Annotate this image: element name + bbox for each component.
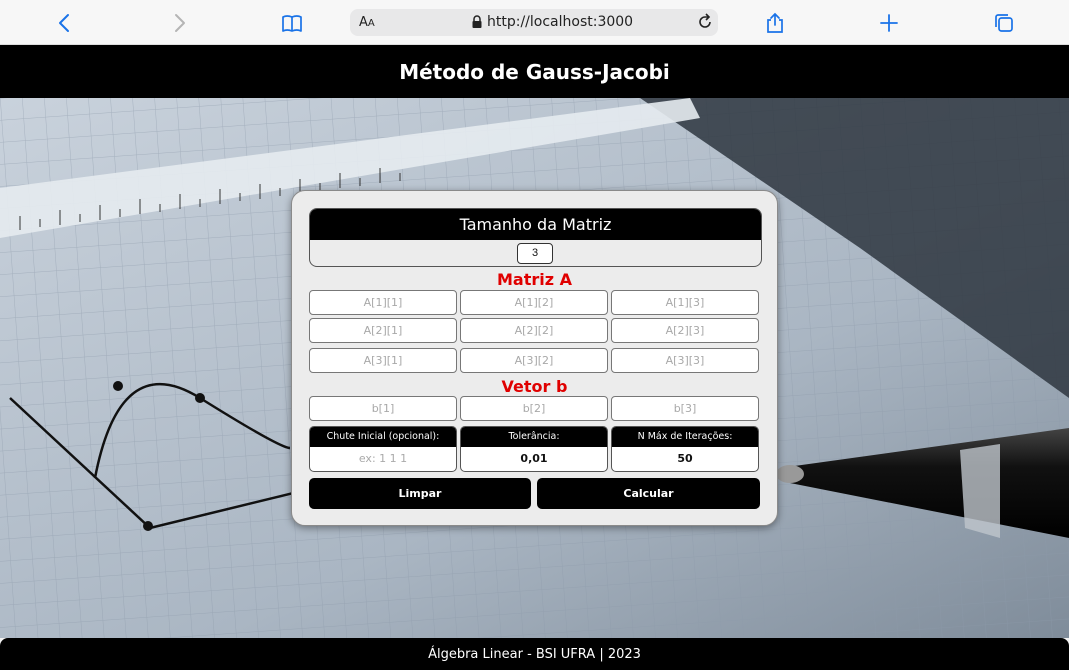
matrix-a-cell-1-1[interactable]: A[1][1] [309,290,457,315]
matrix-a-cell-2-3[interactable]: A[2][3] [611,318,759,343]
initial-guess-label: Chute Inicial (opcional): [310,427,456,447]
vector-b-cell-2[interactable]: b[2] [460,396,608,421]
back-icon[interactable] [52,10,78,36]
matrix-a-cell-3-3[interactable]: A[3][3] [611,348,759,373]
initial-guess-input[interactable]: ex: 1 1 1 [310,447,456,471]
matrix-a-cell-1-3[interactable]: A[1][3] [611,290,759,315]
matrix-size-box: Tamanho da Matriz 3 [309,208,762,267]
max-iterations-input[interactable]: 50 [612,447,758,471]
matrix-size-input[interactable]: 3 [517,243,553,264]
vector-b-title: Vetor b [501,377,568,396]
footer-text: Álgebra Linear - BSI UFRA | 2023 [428,646,641,662]
tabs-icon[interactable] [991,10,1017,36]
max-iterations-field: N Máx de Iterações: 50 [611,426,759,472]
bookmarks-icon[interactable] [279,10,305,36]
initial-guess-field: Chute Inicial (opcional): ex: 1 1 1 [309,426,457,472]
tolerance-input[interactable]: 0,01 [461,447,607,471]
text-size-button[interactable]: AA [359,15,375,30]
max-iterations-label: N Máx de Iterações: [612,427,758,447]
reload-icon[interactable] [695,12,715,32]
gauss-jacobi-form: Tamanho da Matriz 3 Matriz A A[1][1] A[1… [291,190,778,526]
matrix-a-cell-1-2[interactable]: A[1][2] [460,290,608,315]
app-footer: Álgebra Linear - BSI UFRA | 2023 [0,638,1069,670]
calculate-button[interactable]: Calcular [537,478,760,509]
matrix-a-cell-2-2[interactable]: A[2][2] [460,318,608,343]
forward-icon[interactable] [166,10,192,36]
new-tab-icon[interactable] [876,10,902,36]
tolerance-label: Tolerância: [461,427,607,447]
matrix-size-title: Tamanho da Matriz [310,209,761,240]
tolerance-field: Tolerância: 0,01 [460,426,608,472]
vector-b-cell-1[interactable]: b[1] [309,396,457,421]
clear-button[interactable]: Limpar [309,478,531,509]
matrix-a-cell-3-1[interactable]: A[3][1] [309,348,457,373]
matrix-a-cell-2-1[interactable]: A[2][1] [309,318,457,343]
page-title: Método de Gauss-Jacobi [399,59,670,84]
matrix-a-cell-3-2[interactable]: A[3][2] [460,348,608,373]
app-header: Método de Gauss-Jacobi [0,45,1069,98]
lock-icon [472,15,482,28]
share-icon[interactable] [762,10,788,36]
matrix-a-title: Matriz A [496,270,572,289]
browser-toolbar: AA http://localhost:3000 [0,0,1069,45]
address-bar[interactable]: AA http://localhost:3000 [350,9,718,36]
vector-b-cell-3[interactable]: b[3] [611,396,759,421]
url-text: http://localhost:3000 [487,14,634,30]
